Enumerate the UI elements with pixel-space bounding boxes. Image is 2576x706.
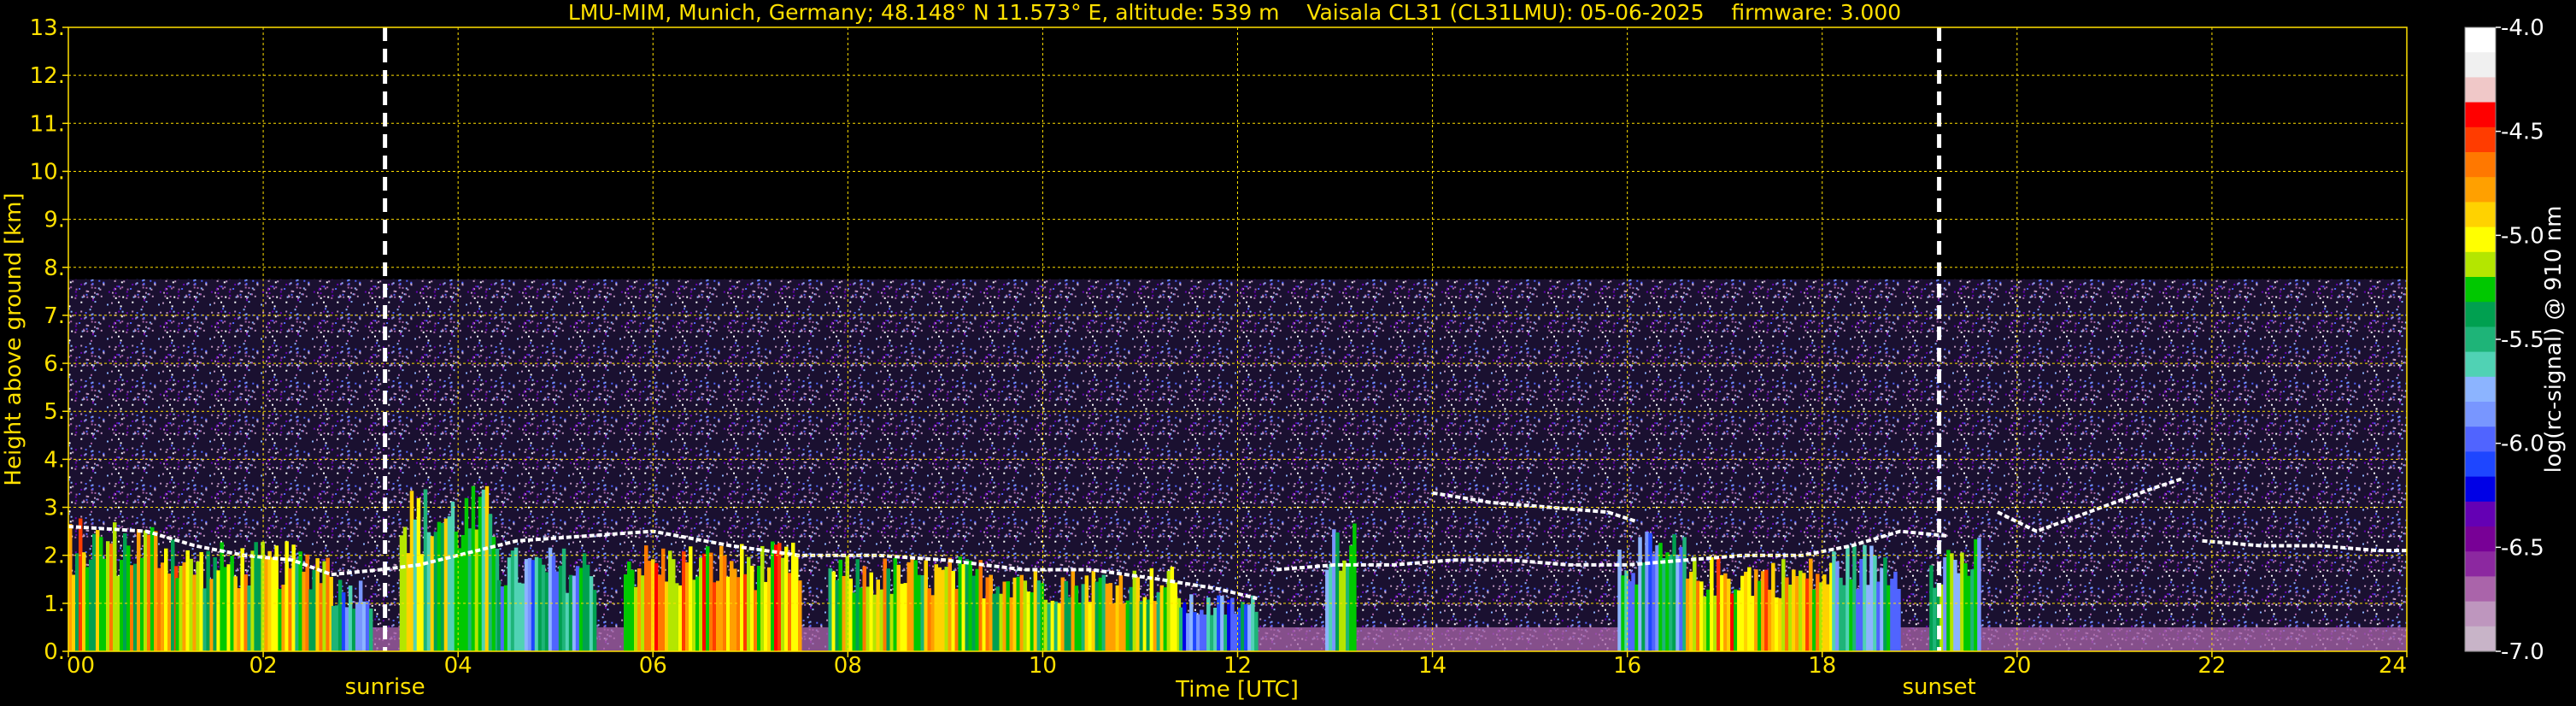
x-tick-label: 02 bbox=[249, 653, 278, 679]
colorbar-swatch bbox=[2465, 351, 2496, 378]
colorbar-label: log(rc-signal) @ 910 nm bbox=[2541, 206, 2567, 474]
colorbar-swatch bbox=[2465, 527, 2496, 552]
y-tick-label: 1. bbox=[44, 591, 65, 617]
colorbar-swatch bbox=[2465, 77, 2496, 103]
x-tick-label: 10 bbox=[1029, 653, 1057, 679]
colorbar-swatch bbox=[2465, 626, 2496, 652]
colorbar: -4.0 -4.5 -5.0 -5.5 -6.0 -6.5 -7.0 bbox=[2464, 15, 2544, 665]
colorbar-swatch bbox=[2465, 102, 2496, 128]
colorbar-tick-label: -6.0 bbox=[2501, 432, 2544, 457]
colorbar-tick-label: -4.0 bbox=[2501, 15, 2544, 41]
y-tick-label: 9. bbox=[44, 208, 65, 233]
y-tick-label: 6. bbox=[44, 351, 65, 377]
y-axis-label: Height above ground [km] bbox=[1, 192, 26, 485]
y-tick-label: 3. bbox=[44, 496, 65, 521]
colorbar-swatch bbox=[2465, 451, 2496, 478]
y-tick-label: 8. bbox=[44, 256, 65, 281]
colorbar-swatch bbox=[2465, 177, 2496, 203]
colorbar-swatch bbox=[2465, 576, 2496, 603]
y-tick-label: 12. bbox=[30, 63, 65, 89]
colorbar-tick-label: -6.5 bbox=[2501, 535, 2544, 561]
colorbar-swatch bbox=[2465, 376, 2496, 403]
colorbar-swatch bbox=[2465, 126, 2496, 153]
sun-marker-label: sunrise bbox=[345, 674, 425, 700]
x-tick-label: 22 bbox=[2198, 653, 2226, 679]
x-tick-label: 16 bbox=[1613, 653, 1641, 679]
colorbar-swatch bbox=[2465, 402, 2496, 427]
colorbar-swatch bbox=[2465, 251, 2496, 278]
x-tick-label: 00 bbox=[67, 653, 95, 679]
colorbar-tick-label: -7.0 bbox=[2501, 639, 2544, 665]
colorbar-swatch bbox=[2465, 551, 2496, 577]
x-tick-label: 04 bbox=[444, 653, 472, 679]
x-tick-label: 12 bbox=[1223, 653, 1252, 679]
x-axis-label: Time [UTC] bbox=[1175, 677, 1299, 703]
colorbar-swatch bbox=[2465, 202, 2496, 228]
colorbar-swatch bbox=[2465, 327, 2496, 353]
colorbar-swatch bbox=[2465, 302, 2496, 327]
x-tick-label: 06 bbox=[639, 653, 667, 679]
y-tick-label: 4. bbox=[44, 447, 65, 473]
colorbar-swatch bbox=[2465, 501, 2496, 527]
y-tick-label: 10. bbox=[30, 159, 65, 185]
y-tick-label: 5. bbox=[44, 399, 65, 425]
lidar-chart: sunrise sunset 00 02 04 06 08 10 12 14 16 18 20 22 24… bbox=[1, 15, 2567, 703]
y-axis: 0. 1. 2. 3. 4. 5. 6. 7. 8. 9. 10. 11. 12. 13. bbox=[30, 15, 68, 665]
x-tick-label: 20 bbox=[2003, 653, 2031, 679]
x-tick-label: 24 bbox=[2379, 653, 2407, 679]
colorbar-tick-label: -4.5 bbox=[2501, 120, 2544, 145]
colorbar-tick-label: -5.5 bbox=[2501, 327, 2544, 353]
colorbar-swatch bbox=[2465, 227, 2496, 253]
colorbar-swatch bbox=[2465, 52, 2496, 78]
colorbar-tick-label: -5.0 bbox=[2501, 223, 2544, 249]
sun-marker-label: sunset bbox=[1902, 674, 1975, 700]
colorbar-swatch bbox=[2465, 277, 2496, 303]
y-tick-label: 11. bbox=[30, 111, 65, 137]
colorbar-swatch bbox=[2465, 27, 2496, 53]
y-tick-label: 7. bbox=[44, 303, 65, 329]
y-tick-label: 13. bbox=[30, 15, 65, 41]
x-tick-label: 14 bbox=[1418, 653, 1446, 679]
y-tick-label: 2. bbox=[44, 544, 65, 569]
x-tick-label: 18 bbox=[1808, 653, 1836, 679]
x-tick-label: 08 bbox=[834, 653, 862, 679]
colorbar-swatch bbox=[2465, 427, 2496, 452]
colorbar-swatch bbox=[2465, 601, 2496, 627]
colorbar-swatch bbox=[2465, 476, 2496, 503]
y-tick-label: 0. bbox=[44, 639, 65, 665]
colorbar-swatch bbox=[2465, 152, 2496, 178]
